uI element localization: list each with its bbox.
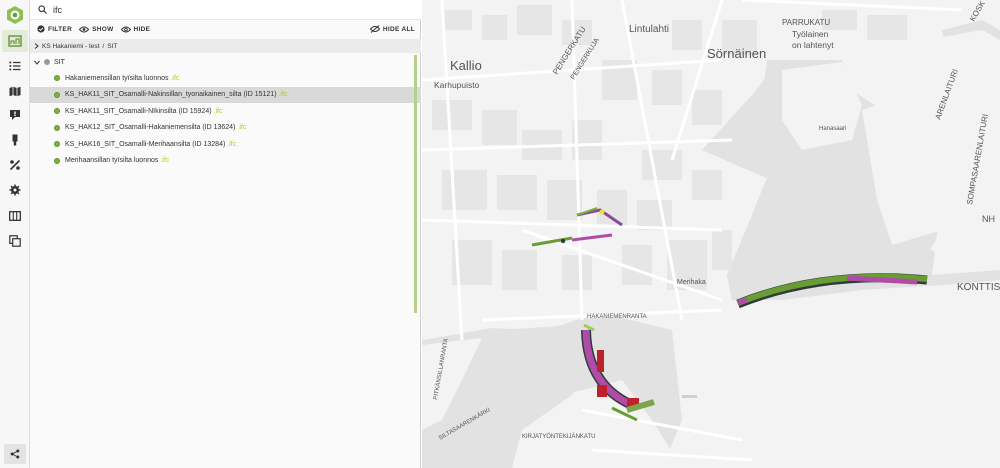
hide-all-button[interactable]: HIDE ALL bbox=[369, 25, 415, 33]
models-icon[interactable] bbox=[2, 30, 28, 52]
map-label-kirjatyontekijankatu: KIRJATYÖNTEKIJÄNKATU bbox=[522, 433, 595, 440]
show-button[interactable]: SHOW bbox=[79, 26, 113, 33]
eye-icon bbox=[79, 26, 90, 32]
map-icon[interactable] bbox=[2, 80, 28, 102]
map-label-parrukatu: PARRUKATU bbox=[782, 18, 830, 27]
share-icon[interactable] bbox=[4, 444, 26, 464]
model-status-icon bbox=[54, 108, 60, 115]
model-status-icon bbox=[54, 141, 60, 148]
tree-item[interactable]: KS_HAK11_SIT_Osamalli-Nïkinsilta (ID 159… bbox=[30, 103, 421, 120]
map-label-sornainen: Sörnäinen bbox=[707, 46, 766, 61]
measure-icon[interactable] bbox=[2, 129, 28, 151]
search-icon bbox=[38, 5, 47, 14]
hide-label: HIDE bbox=[133, 25, 151, 33]
eye-outline-icon bbox=[120, 26, 131, 32]
breadcrumb-folder[interactable]: SIT bbox=[107, 43, 117, 50]
hide-all-label: HIDE ALL bbox=[382, 25, 415, 33]
search-input[interactable] bbox=[53, 4, 393, 15]
breadcrumb-separator: / bbox=[102, 42, 105, 50]
map-label-linnunlahti: Lintulahti bbox=[629, 24, 669, 35]
map-label-hanasaari: Hanasaari bbox=[819, 126, 846, 132]
tree-item-selected[interactable]: KS_HAK11_SIT_Osamalli-Nakinsillan_tyonai… bbox=[30, 86, 421, 103]
breadcrumb: KS Hakaniemi - test / SIT bbox=[30, 39, 421, 53]
tree-item-label: KS_HAK11_SIT_Osamalli-Nïkinsilta (ID 159… bbox=[65, 107, 223, 115]
tree-folder-sit[interactable]: SIT bbox=[30, 54, 421, 70]
model-status-icon bbox=[54, 91, 60, 98]
map-label-hakaniemenranta: HAKANIEMENRANTA bbox=[587, 314, 647, 320]
tree-item[interactable]: Hakaniemensillan tyïsilta luonnos .ifc bbox=[30, 70, 421, 87]
filter-label: FILTER bbox=[48, 25, 73, 33]
tree-item[interactable]: KS_HAK12_SIT_Osamalli-Hakaniemensilta (I… bbox=[30, 120, 421, 137]
eye-off-icon bbox=[369, 25, 380, 33]
map-label-karhupuisto: Karhupuisto bbox=[434, 80, 480, 90]
tree-folder-label: SIT bbox=[54, 58, 65, 66]
map-label-merihaka: Merihaka bbox=[677, 279, 706, 286]
gear-icon[interactable] bbox=[2, 179, 28, 201]
search-bar bbox=[30, 0, 421, 20]
app-logo-icon[interactable] bbox=[5, 5, 25, 25]
filter-button[interactable]: FILTER bbox=[37, 25, 72, 33]
tree-item-label: Hakaniemensillan tyïsilta luonnos .ifc bbox=[65, 74, 180, 82]
panel-scrollbar[interactable] bbox=[414, 55, 417, 313]
model-tree: SIT Hakaniemensillan tyïsilta luonnos .i… bbox=[30, 54, 421, 169]
map-label-konttisatama: KONTTIS bbox=[957, 282, 1000, 293]
app-window: FILTER SHOW HIDE HIDE ALL KS Hakaniemi -… bbox=[0, 0, 1000, 468]
map-label-kallio: Kallio bbox=[450, 58, 482, 73]
layers-icon[interactable] bbox=[2, 230, 28, 252]
folder-status-icon bbox=[44, 59, 50, 65]
model-status-icon bbox=[54, 124, 60, 131]
map-label-tyolainen: Työlainen bbox=[792, 29, 829, 39]
chevron-down-icon[interactable] bbox=[34, 60, 40, 65]
icon-rail bbox=[0, 0, 30, 468]
model-status-icon bbox=[54, 157, 60, 164]
show-label: SHOW bbox=[92, 25, 114, 33]
check-circle-icon bbox=[37, 25, 45, 33]
tree-item-label: KS_HAK16_SIT_Osamalli-Merihaansilta (ID … bbox=[65, 140, 237, 148]
chevron-right-icon bbox=[34, 43, 39, 49]
tree-item[interactable]: KS_HAK16_SIT_Osamalli-Merihaansilta (ID … bbox=[30, 136, 421, 153]
map-label-on-lahtenyt: on lahtenyt bbox=[792, 40, 834, 50]
table-icon[interactable] bbox=[2, 205, 28, 227]
tree-item[interactable]: Merihaansillan tyïsilta luonnos .ifc bbox=[30, 153, 421, 170]
map-view[interactable]: Kallio Karhupuisto PENGERKATU PENGERKUJA… bbox=[422, 0, 1000, 468]
toolbar: FILTER SHOW HIDE HIDE ALL bbox=[30, 20, 421, 38]
tree-item-label: KS_HAK12_SIT_Osamalli-Hakaniemensilta (I… bbox=[65, 124, 247, 132]
map-canvas[interactable]: Kallio Karhupuisto PENGERKATU PENGERKUJA… bbox=[422, 0, 1000, 468]
hide-button[interactable]: HIDE bbox=[120, 25, 151, 33]
tree-item-label: Merihaansillan tyïsilta luonnos .ifc bbox=[65, 157, 170, 165]
breadcrumb-project[interactable]: KS Hakaniemi - test bbox=[42, 43, 99, 50]
comment-icon[interactable] bbox=[2, 104, 28, 126]
model-status-icon bbox=[54, 75, 60, 82]
model-panel: FILTER SHOW HIDE HIDE ALL KS Hakaniemi -… bbox=[30, 0, 421, 468]
tree-item-label: KS_HAK11_SIT_Osamalli-Nakinsillan_tyonai… bbox=[65, 91, 288, 99]
map-label-nh: NH bbox=[982, 214, 995, 224]
tools-icon[interactable] bbox=[2, 154, 28, 176]
list-icon[interactable] bbox=[2, 55, 28, 77]
